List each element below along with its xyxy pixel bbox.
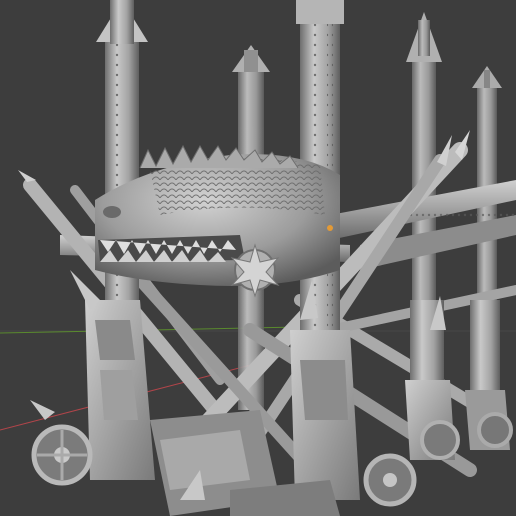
viewport-scene <box>0 0 516 516</box>
origin-marker <box>327 225 333 231</box>
3d-viewport[interactable] <box>0 0 516 516</box>
